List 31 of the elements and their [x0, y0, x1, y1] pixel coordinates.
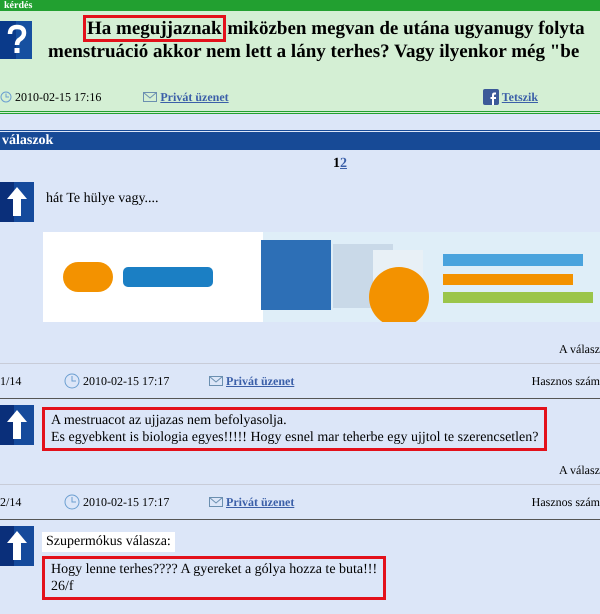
private-message-link[interactable]: Privát üzenet — [160, 90, 229, 104]
section-title: kérdés — [4, 0, 34, 11]
envelope-icon — [209, 376, 223, 386]
answer-label: A válasz — [559, 342, 600, 356]
post-date: 2010-02-15 17:17 — [83, 374, 170, 388]
envelope-icon — [209, 497, 223, 507]
answer-text: hát Te hülye vagy.... — [45, 190, 160, 208]
answer-text: Hogy lenne terhes???? A gyereket a gólya hozza te buta!!! 26/f — [42, 556, 386, 600]
page-link[interactable]: 2 — [340, 156, 347, 171]
question-title: menstruáció akkor nem lett a lány terhes? Vagy ilyenkor még "be — [47, 40, 580, 63]
facebook-icon — [482, 89, 499, 105]
clock-icon — [64, 494, 80, 510]
rating-label: Hasznos szám — [532, 374, 600, 388]
author-label: Szupermókus válasza: — [42, 532, 175, 552]
section-title: válaszok — [0, 132, 600, 150]
answer-number: 2/14 — [0, 494, 22, 510]
answer-number: 1/14 — [0, 374, 22, 388]
answer-label: A válasz — [559, 463, 600, 477]
answer-text: A mestruacot az ujjazas nem befolyasolja. Es egyebkent is biologia egyes!!!!! Hogy esnel mar teherbe egy ujjtol te szerencsetlen? — [42, 407, 548, 451]
envelope-icon — [143, 92, 158, 102]
clock-icon — [64, 373, 80, 389]
page-link[interactable]: 1 — [333, 156, 340, 171]
like-link[interactable]: Tetszik — [502, 90, 538, 104]
post-date: 2010-02-15 17:16 — [15, 90, 102, 104]
rating-label: Hasznos szám — [532, 494, 600, 510]
post-date: 2010-02-15 17:17 — [83, 494, 170, 510]
question-title: Ha megujjaznak miközben megvan de utána ugyanugy folyta — [32, 15, 585, 40]
question-mark-icon — [0, 21, 32, 59]
private-message-link[interactable]: Privát üzenet — [226, 494, 294, 510]
private-message-link[interactable]: Privát üzenet — [226, 374, 294, 388]
clock-icon — [0, 91, 12, 103]
